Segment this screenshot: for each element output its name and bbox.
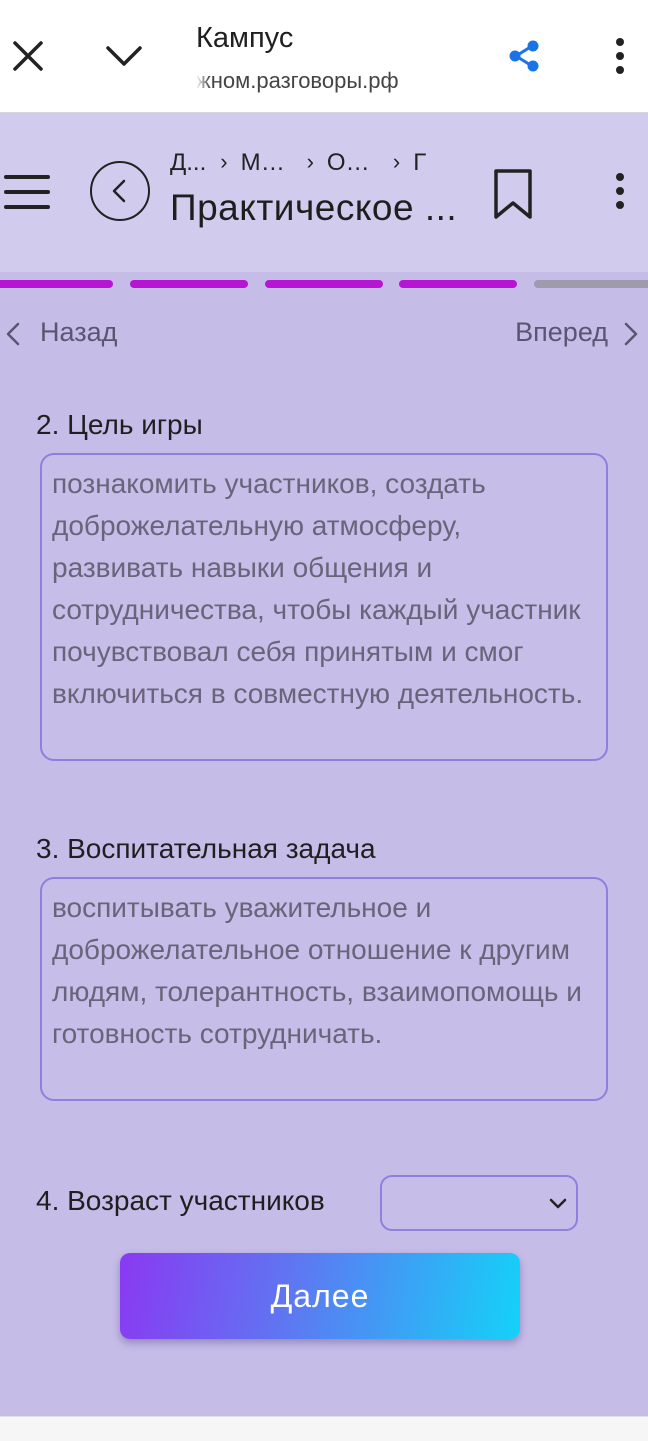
- breadcrumb-item[interactable]: Д...: [170, 149, 206, 177]
- question-label: 4. Возраст участников: [36, 1185, 325, 1216]
- forward-link[interactable]: Вперед: [480, 315, 640, 351]
- chevron-down-icon: [549, 1198, 567, 1209]
- breadcrumb-separator-icon: ›: [306, 149, 314, 174]
- breadcrumb-item[interactable]: Ор...: [327, 149, 379, 177]
- hamburger-menu-icon[interactable]: [4, 173, 52, 211]
- progress-segment[interactable]: [265, 280, 383, 288]
- age-select[interactable]: [380, 1175, 578, 1231]
- browser-url[interactable]: жном.разговоры.рф: [196, 68, 436, 94]
- next-button[interactable]: Далее: [120, 1253, 520, 1339]
- back-label: Назад: [40, 317, 118, 347]
- app-header: Д... › Мо... › Ор... › Г Практическое ...: [0, 113, 648, 272]
- share-icon[interactable]: [506, 38, 542, 74]
- breadcrumb-item[interactable]: Мо...: [241, 149, 293, 177]
- page-title: Практическое ...: [170, 187, 458, 228]
- question-label: 3. Воспитательная задача: [36, 833, 376, 864]
- back-circle-button[interactable]: [90, 161, 150, 221]
- bookmark-icon[interactable]: [492, 167, 534, 221]
- breadcrumb-item[interactable]: Г: [413, 149, 426, 177]
- progress-segment[interactable]: [534, 280, 648, 288]
- chevron-right-icon: [624, 322, 638, 346]
- lesson-progress: [0, 280, 648, 288]
- answer-textarea[interactable]: воспитывать уважительное и доброжелатель…: [40, 877, 608, 1101]
- progress-segment[interactable]: [130, 280, 248, 288]
- question-label: 2. Цель игры: [36, 409, 203, 440]
- close-icon[interactable]: [10, 38, 46, 74]
- breadcrumb-separator-icon: ›: [220, 149, 228, 174]
- chevron-left-icon: [6, 322, 20, 346]
- url-fade: [196, 68, 210, 94]
- url-text: жном.разговоры.рф: [196, 68, 399, 93]
- progress-segment[interactable]: [0, 280, 113, 288]
- breadcrumb-separator-icon: ›: [392, 149, 401, 174]
- app-content: Д... › Мо... › Ор... › Г Практическое ... Наза…: [0, 113, 648, 1416]
- chevron-down-icon[interactable]: [104, 38, 144, 74]
- breadcrumb: Д... › Мо... › Ор... › Г: [170, 149, 438, 183]
- app-menu-icon[interactable]: [608, 171, 632, 211]
- chevron-left-icon: [112, 179, 126, 203]
- progress-segment[interactable]: [399, 280, 517, 288]
- answer-textarea[interactable]: познакомить участников, создать доброжел…: [40, 453, 608, 761]
- bottom-strip: [0, 1416, 648, 1441]
- browser-menu-icon[interactable]: [608, 36, 632, 76]
- forward-label: Вперед: [515, 317, 608, 347]
- browser-toolbar: Кампус жном.разговоры.рф: [0, 0, 648, 113]
- browser-page-title: Кампус: [196, 22, 294, 54]
